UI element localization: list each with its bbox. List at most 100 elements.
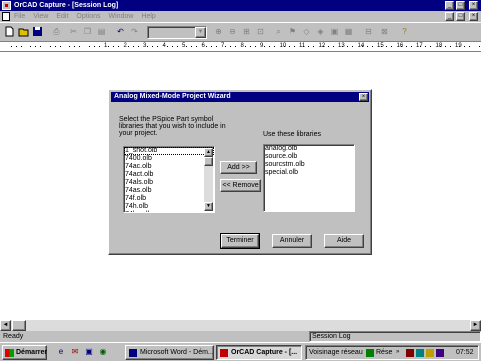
project-icon[interactable]: ⊟ (362, 26, 375, 39)
used-libraries-list[interactable]: analog.olb source.olb sourcstm.olb special.… (263, 144, 355, 212)
save-icon[interactable] (31, 26, 44, 39)
available-scrollbar[interactable]: ▲ ▼ (204, 148, 213, 211)
scroll-thumb[interactable] (204, 157, 213, 166)
menu-view[interactable]: View (33, 12, 48, 21)
available-library-item[interactable]: 74f.olb (124, 195, 214, 203)
find-icon[interactable]: ⌕ (272, 26, 285, 39)
available-library-item[interactable]: 74ac.olb (124, 163, 214, 171)
outlook-icon[interactable]: ✉ (69, 346, 81, 358)
cut-icon[interactable]: ✂ (67, 26, 80, 39)
zoom-area-icon[interactable]: ⊞ (240, 26, 253, 39)
help-icon[interactable]: ? (398, 26, 411, 39)
used-library-item[interactable]: sourcstm.olb (264, 161, 354, 169)
undo-icon[interactable]: ↶ (114, 26, 127, 39)
zoom-out-icon[interactable]: ⊖ (226, 26, 239, 39)
ruler: 1 2 3 4 5 6 7 8 9 10 11 12 13 14 15 16 17 18 19 (0, 42, 481, 52)
close-button[interactable]: × (469, 1, 478, 10)
scroll-down-icon[interactable]: ▼ (204, 202, 213, 211)
tray-app-icon-2[interactable] (416, 349, 424, 357)
tray-app-icon-3[interactable] (436, 349, 444, 357)
task-orcad-label: OrCAD Capture - [... (231, 349, 298, 356)
minimize-button[interactable]: _ (445, 1, 454, 10)
new-icon[interactable] (3, 26, 16, 39)
redo-icon[interactable]: ↷ (128, 26, 141, 39)
tray-expand-icon[interactable]: » (396, 346, 399, 359)
available-library-item[interactable]: 1_shot.olb (124, 147, 214, 155)
remove-button[interactable]: << Remove (220, 179, 261, 192)
dialog-close-button[interactable]: × (359, 93, 368, 101)
available-library-item[interactable]: 74hc.olb (124, 211, 214, 212)
finish-button[interactable]: Terminer (220, 233, 260, 249)
maximize-button[interactable]: □ (456, 1, 465, 10)
paste-icon[interactable]: ▤ (95, 26, 108, 39)
doc-minimize-button[interactable]: _ (445, 12, 454, 21)
used-library-item[interactable]: analog.olb (264, 145, 354, 153)
tool-b-icon[interactable]: ◈ (314, 26, 327, 39)
status-text: Ready (3, 333, 24, 340)
ruler-tick (244, 46, 246, 47)
ruler-tick (49, 46, 51, 47)
chevron-down-icon[interactable]: ▼ (195, 27, 206, 38)
print-icon[interactable]: ⎙ (50, 26, 63, 39)
scroll-thumb[interactable] (12, 320, 26, 331)
scroll-right-icon[interactable]: ► (470, 320, 481, 331)
available-libraries-list[interactable]: 1_shot.olb 7400.olb 74ac.olb 74act.olb 74als… (123, 146, 215, 213)
available-items: 1_shot.olb 7400.olb 74ac.olb 74act.olb 74als… (124, 147, 214, 212)
menu-options[interactable]: Options (76, 12, 100, 21)
document-icon[interactable] (2, 12, 10, 21)
available-library-item[interactable]: 74act.olb (124, 171, 214, 179)
start-button[interactable]: Démarrer (2, 345, 47, 360)
tool-d-icon[interactable]: ▦ (342, 26, 355, 39)
menu-window[interactable]: Window (109, 12, 134, 21)
ruler-tick (308, 46, 310, 47)
help-button[interactable]: Aide (324, 234, 364, 248)
available-library-item[interactable]: 74h.olb (124, 203, 214, 211)
menu-file[interactable]: File (14, 12, 25, 21)
orcad-app-icon[interactable] (2, 1, 11, 10)
ruler-tick (176, 46, 178, 47)
zoom-in-icon[interactable]: ⊕ (212, 26, 225, 39)
task-word[interactable]: Microsoft Word - Dém... (125, 345, 214, 360)
network-icon[interactable] (366, 349, 374, 357)
doc-close-button[interactable]: × (469, 12, 478, 21)
bookmark-icon[interactable]: ⚑ (286, 26, 299, 39)
clock[interactable]: 07:52 (456, 346, 474, 359)
used-library-item[interactable]: special.olb (264, 169, 354, 177)
tray-app-icon-1[interactable] (406, 349, 414, 357)
netlist-icon[interactable]: ⊠ (378, 26, 391, 39)
ruler-number: 3 (143, 43, 147, 49)
tool-c-icon[interactable]: ▣ (328, 26, 341, 39)
open-icon[interactable] (17, 26, 30, 39)
ruler-tick (98, 46, 100, 47)
speaker-icon[interactable] (426, 349, 434, 357)
system-tray: Voisinage réseau Rése » 07:52 (305, 345, 479, 360)
available-library-item[interactable]: 74as.olb (124, 187, 214, 195)
network-neighborhood-label[interactable]: Voisinage réseau (309, 346, 363, 359)
menu-help[interactable]: Help (141, 12, 155, 21)
ruler-number: 15 (377, 43, 384, 49)
ruler-tick (293, 46, 295, 47)
cancel-button[interactable]: Annuler (272, 234, 312, 248)
copy-icon[interactable]: ❐ (81, 26, 94, 39)
used-library-item[interactable]: source.olb (264, 153, 354, 161)
available-library-item[interactable]: 7400.olb (124, 155, 214, 163)
zoom-all-icon[interactable]: ⊡ (254, 26, 267, 39)
tool-a-icon[interactable]: ◇ (300, 26, 313, 39)
ruler-tick (40, 46, 42, 47)
title-bar[interactable]: OrCAD Capture - [Session Log] _ □ × (0, 0, 481, 11)
doc-restore-button[interactable]: □ (456, 12, 465, 21)
available-library-item[interactable]: 74als.olb (124, 179, 214, 187)
ie-icon[interactable]: e (55, 346, 67, 358)
taskbar: Démarrer e ✉ ▣ ◉ Microsoft Word - Dém...… (0, 342, 481, 361)
add-button[interactable]: Add >> (220, 161, 257, 174)
task-orcad[interactable]: OrCAD Capture - [... (216, 345, 302, 360)
zoom-combobox[interactable]: ▼ (147, 26, 207, 39)
start-label: Démarrer (16, 349, 48, 356)
menu-edit[interactable]: Edit (56, 12, 68, 21)
tray-item-label[interactable]: Rése (376, 346, 392, 359)
scroll-left-icon[interactable]: ◄ (0, 320, 11, 331)
channels-icon[interactable]: ◉ (97, 346, 109, 358)
horizontal-scrollbar[interactable]: ◄ ► (0, 320, 481, 331)
desktop-icon[interactable]: ▣ (83, 346, 95, 358)
scroll-up-icon[interactable]: ▲ (204, 148, 213, 157)
